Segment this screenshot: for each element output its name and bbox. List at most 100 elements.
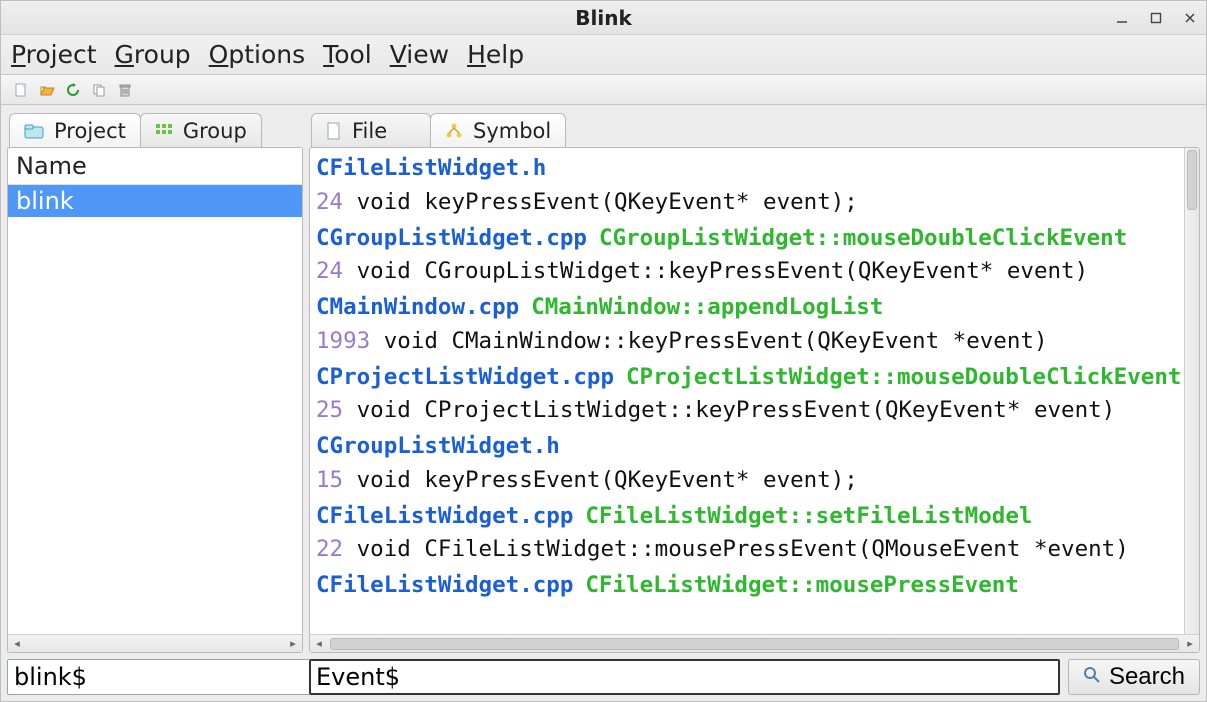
result-item[interactable]: CMainWindow.cpp CMainWindow::appendLogLis… [316, 291, 1193, 359]
tab-label: Symbol [473, 119, 551, 143]
project-tree-view[interactable]: Name blink [8, 148, 302, 634]
vscroll-thumb[interactable] [1187, 150, 1197, 210]
code-text: void keyPressEvent(QKeyEvent* event); [357, 189, 858, 215]
result-file[interactable]: CMainWindow.cpp [316, 294, 519, 320]
menu-view[interactable]: View [390, 40, 449, 69]
scroll-right-icon[interactable]: ▸ [1183, 637, 1197, 651]
toolbar [1, 75, 1206, 105]
tree-column-header[interactable]: Name [8, 148, 302, 185]
menu-tool[interactable]: Tool [323, 40, 372, 69]
result-header: CFileListWidget.h [316, 152, 1193, 186]
result-item[interactable]: CFileListWidget.cpp CFileListWidget::setF… [316, 500, 1193, 568]
symbol-results-panel: CFileListWidget.h 24 void keyPressEvent(Q… [309, 147, 1200, 653]
right-panel: File Symbol CFileListWidget.h 24 void keyP… [309, 111, 1200, 695]
symbol-results-list[interactable]: CFileListWidget.h 24 void keyPressEvent(Q… [310, 148, 1199, 634]
search-button[interactable]: Search [1068, 659, 1200, 695]
reload-button[interactable] [63, 80, 83, 100]
line-number: 15 [316, 467, 343, 493]
group-grid-icon [155, 123, 173, 139]
minimize-button[interactable] [1114, 10, 1130, 26]
result-header: CFileListWidget.cpp CFileListWidget::setF… [316, 500, 1193, 534]
left-hscrollbar[interactable]: ◂ ▸ [8, 634, 302, 652]
maximize-button[interactable] [1148, 10, 1164, 26]
result-item[interactable]: CGroupListWidget.cpp CGroupListWidget::mo… [316, 222, 1193, 290]
search-row: Search [309, 659, 1200, 695]
project-filter-input[interactable] [7, 659, 321, 695]
code-text: void CGroupListWidget::keyPressEvent(QKe… [357, 258, 1089, 284]
code-text: void CMainWindow::keyPressEvent(QKeyEven… [384, 328, 1048, 354]
right-hscrollbar[interactable]: ◂ ▸ [310, 634, 1199, 652]
result-file[interactable]: CGroupListWidget.h [316, 433, 560, 459]
copy-button[interactable] [89, 80, 109, 100]
line-number: 25 [316, 397, 343, 423]
line-number: 24 [316, 189, 343, 215]
result-code-line: 24 void keyPressEvent(QKeyEvent* event); [316, 186, 1193, 220]
result-item[interactable]: CGroupListWidget.h 15 void keyPressEvent(… [316, 430, 1193, 498]
result-function[interactable]: CProjectListWidget::mouseDoubleClickEven… [626, 364, 1181, 390]
result-code-line: 22 void CFileListWidget::mousePressEvent… [316, 533, 1193, 567]
app-window: Blink ProjectGroupOptionsToolViewHelp Pr… [0, 0, 1207, 702]
left-tab-project[interactable]: Project [9, 113, 141, 147]
symbol-icon [445, 122, 463, 140]
result-header: CProjectListWidget.cpp CProjectListWidget… [316, 361, 1193, 395]
hscroll-thumb[interactable] [330, 638, 1179, 650]
menu-options[interactable]: Options [209, 40, 305, 69]
left-tab-group[interactable]: Group [140, 113, 262, 147]
result-header: CGroupListWidget.cpp CGroupListWidget::mo… [316, 222, 1193, 256]
right-vscrollbar[interactable] [1184, 148, 1199, 634]
trash-icon [117, 82, 133, 98]
result-item[interactable]: CFileListWidget.cpp CFileListWidget::mous… [316, 569, 1193, 603]
code-text: void CFileListWidget::mousePressEvent(QM… [357, 536, 1129, 562]
search-icon [1083, 663, 1101, 691]
new-file-button[interactable] [11, 80, 31, 100]
menubar: Project Group Options Tool View Help [1, 35, 1206, 75]
tree-item[interactable]: blink [8, 185, 302, 217]
result-header: CMainWindow.cpp CMainWindow::appendLogLis… [316, 291, 1193, 325]
menu-project[interactable]: Project [11, 40, 97, 69]
tab-label: File [352, 119, 387, 143]
project-icon [24, 123, 44, 139]
scroll-left-icon[interactable]: ◂ [10, 637, 24, 651]
new-file-icon [13, 82, 29, 98]
file-icon [326, 122, 342, 140]
right-tab-symbol[interactable]: Symbol [430, 113, 566, 147]
window-controls [1114, 1, 1198, 35]
result-code-line: 15 void keyPressEvent(QKeyEvent* event); [316, 464, 1193, 498]
project-tree: Name blink ◂ ▸ [7, 147, 303, 653]
result-file[interactable]: CFileListWidget.cpp [316, 503, 573, 529]
result-code-line: 1993 void CMainWindow::keyPressEvent(QKe… [316, 325, 1193, 359]
result-header: CFileListWidget.cpp CFileListWidget::mous… [316, 569, 1193, 603]
result-item[interactable]: CFileListWidget.h 24 void keyPressEvent(Q… [316, 152, 1193, 220]
scroll-right-icon[interactable]: ▸ [286, 637, 300, 651]
copy-icon [91, 82, 107, 98]
result-item[interactable]: CProjectListWidget.cpp CProjectListWidget… [316, 361, 1193, 429]
right-tab-file[interactable]: File [311, 113, 431, 147]
trash-button[interactable] [115, 80, 135, 100]
result-function[interactable]: CFileListWidget::setFileListModel [585, 503, 1032, 529]
tab-label: Group [183, 119, 247, 143]
scroll-left-icon[interactable]: ◂ [312, 637, 326, 651]
search-button-label: Search [1109, 663, 1185, 691]
left-tabs: Project Group [7, 111, 303, 147]
code-text: void keyPressEvent(QKeyEvent* event); [357, 467, 858, 493]
result-file[interactable]: CFileListWidget.cpp [316, 572, 573, 598]
result-function[interactable]: CMainWindow::appendLogList [531, 294, 883, 320]
tab-label: Project [54, 119, 126, 143]
result-file[interactable]: CProjectListWidget.cpp [316, 364, 614, 390]
close-button[interactable] [1182, 10, 1198, 26]
line-number: 1993 [316, 328, 370, 354]
line-number: 24 [316, 258, 343, 284]
result-file[interactable]: CGroupListWidget.cpp [316, 225, 587, 251]
result-function[interactable]: CFileListWidget::mousePressEvent [585, 572, 1018, 598]
right-tabs: File Symbol [309, 111, 1200, 147]
open-button[interactable] [37, 80, 57, 100]
result-file[interactable]: CFileListWidget.h [316, 155, 546, 181]
menu-help[interactable]: Help [467, 40, 524, 69]
menu-group[interactable]: Group [115, 40, 191, 69]
left-filter-row [7, 659, 303, 695]
symbol-search-input[interactable] [309, 659, 1060, 695]
result-header: CGroupListWidget.h [316, 430, 1193, 464]
result-function[interactable]: CGroupListWidget::mouseDoubleClickEvent [599, 225, 1127, 251]
body: Project Group Name blink ◂ ▸ File Symbol C… [1, 105, 1206, 701]
reload-icon [65, 82, 81, 98]
